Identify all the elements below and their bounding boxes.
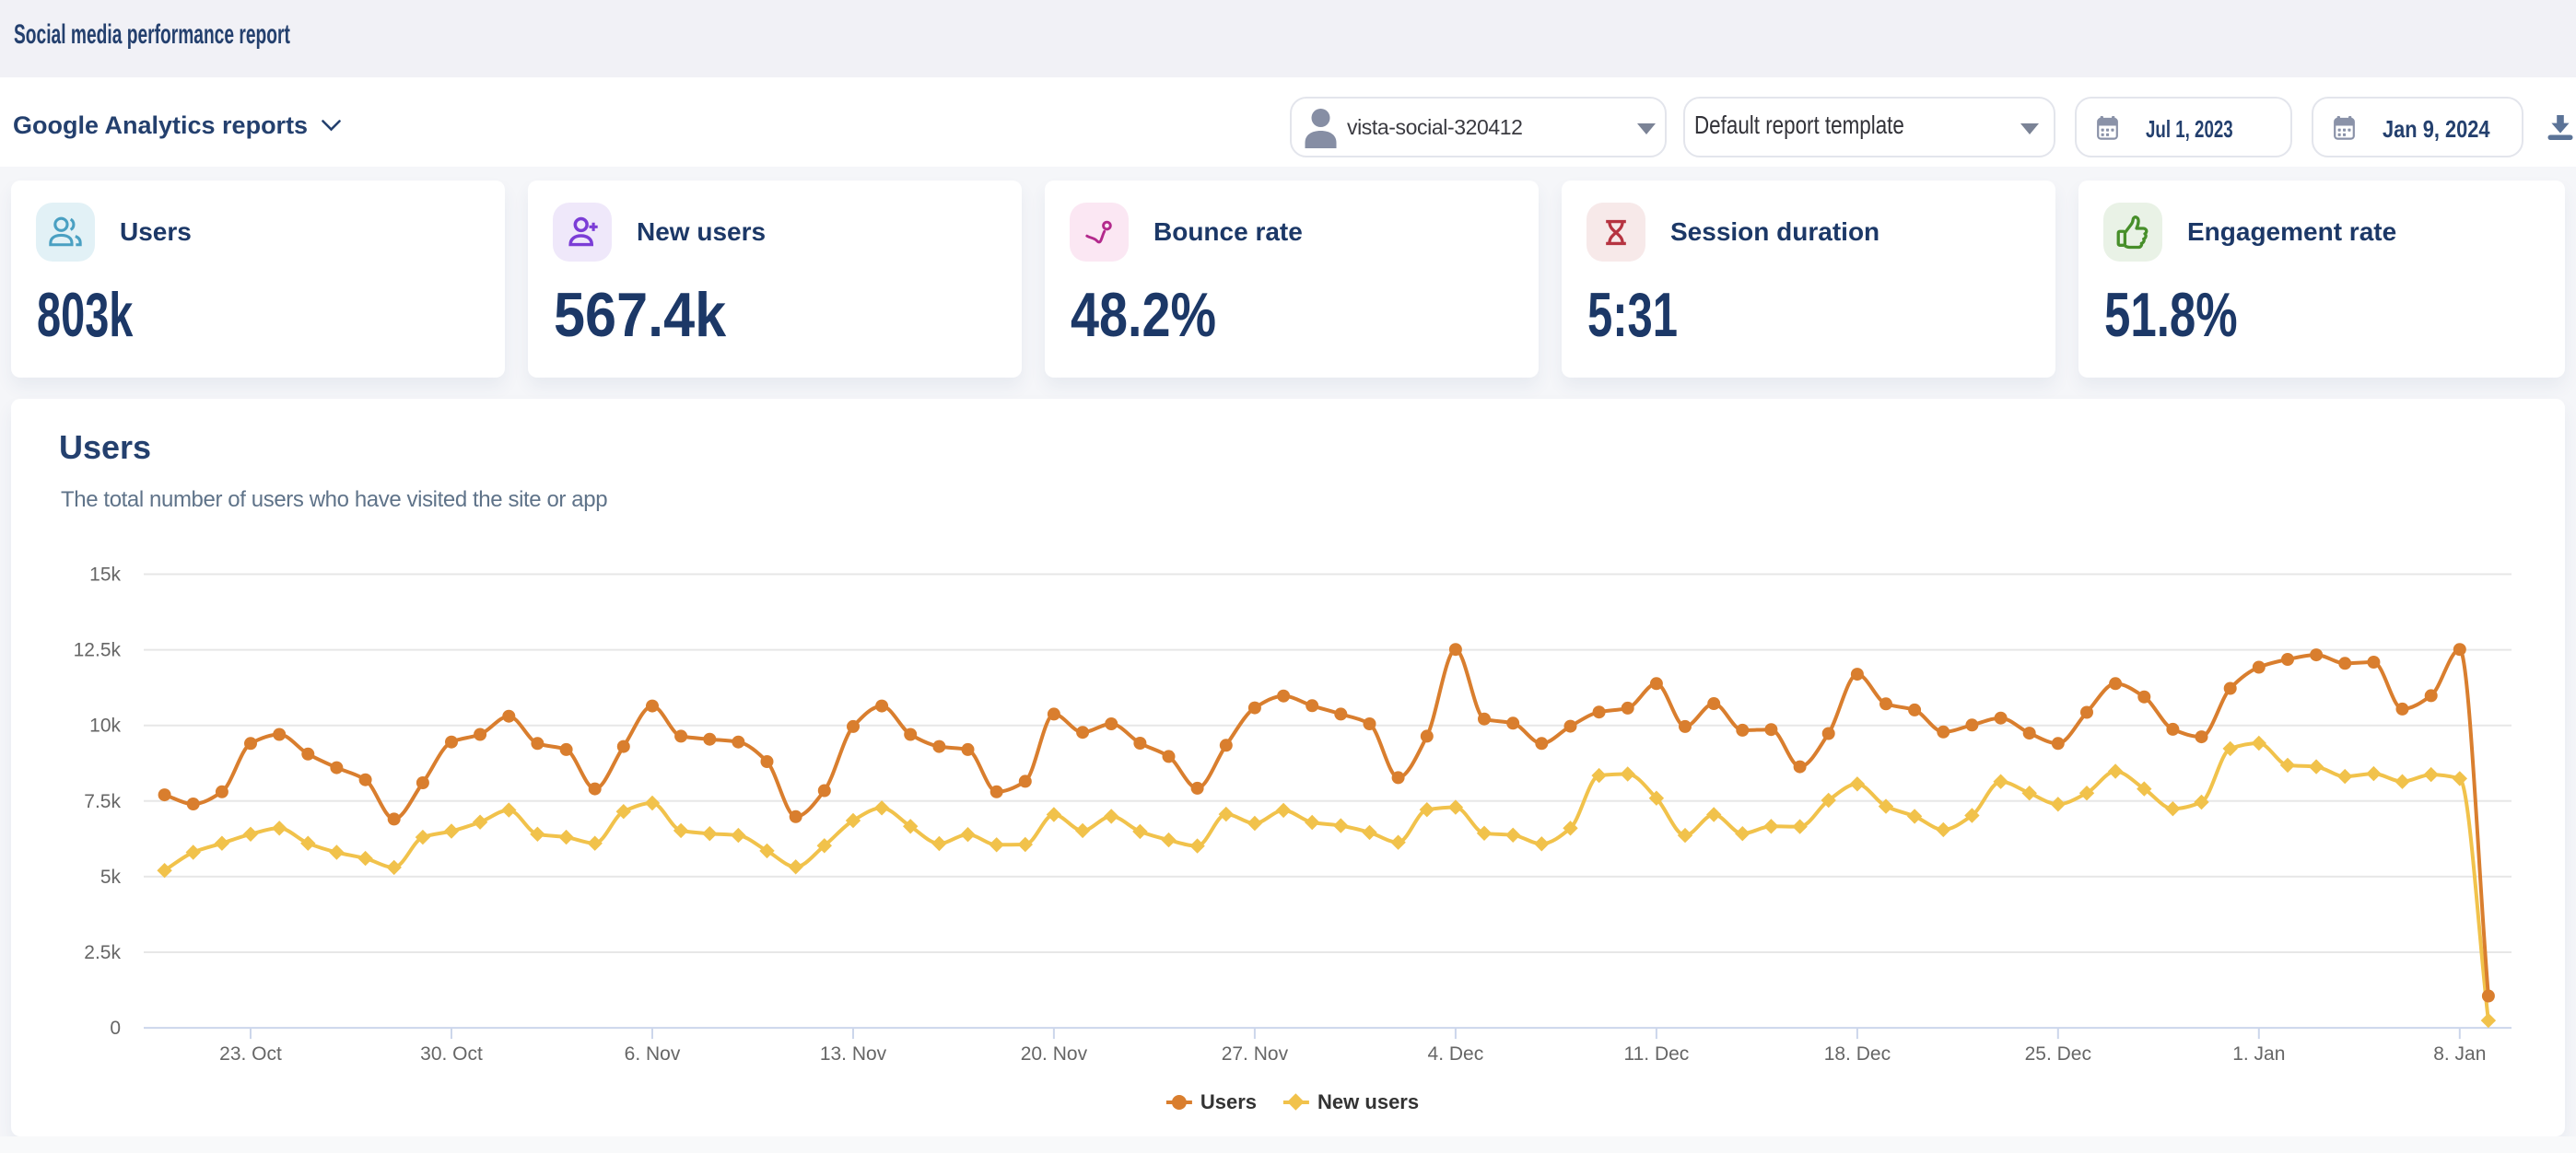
svg-text:4. Dec: 4. Dec [1428, 1043, 1484, 1065]
svg-text:25. Dec: 25. Dec [2025, 1043, 2091, 1065]
svg-text:8. Jan: 8. Jan [2433, 1043, 2486, 1065]
svg-text:23. Oct: 23. Oct [219, 1043, 282, 1065]
svg-text:11. Dec: 11. Dec [1623, 1043, 1689, 1065]
svg-text:6. Nov: 6. Nov [625, 1043, 681, 1065]
svg-text:10k: 10k [89, 716, 121, 737]
svg-text:2.5k: 2.5k [84, 942, 121, 963]
svg-text:30. Oct: 30. Oct [420, 1043, 483, 1065]
svg-text:5k: 5k [100, 867, 122, 888]
svg-text:7.5k: 7.5k [84, 791, 121, 812]
svg-text:15k: 15k [89, 565, 121, 586]
svg-text:12.5k: 12.5k [74, 640, 122, 661]
svg-text:18. Dec: 18. Dec [1824, 1043, 1891, 1065]
svg-text:27. Nov: 27. Nov [1222, 1043, 1289, 1065]
svg-text:0: 0 [110, 1018, 121, 1039]
svg-text:1. Jan: 1. Jan [2232, 1043, 2285, 1065]
svg-text:13. Nov: 13. Nov [820, 1043, 887, 1065]
svg-text:20. Nov: 20. Nov [1021, 1043, 1088, 1065]
